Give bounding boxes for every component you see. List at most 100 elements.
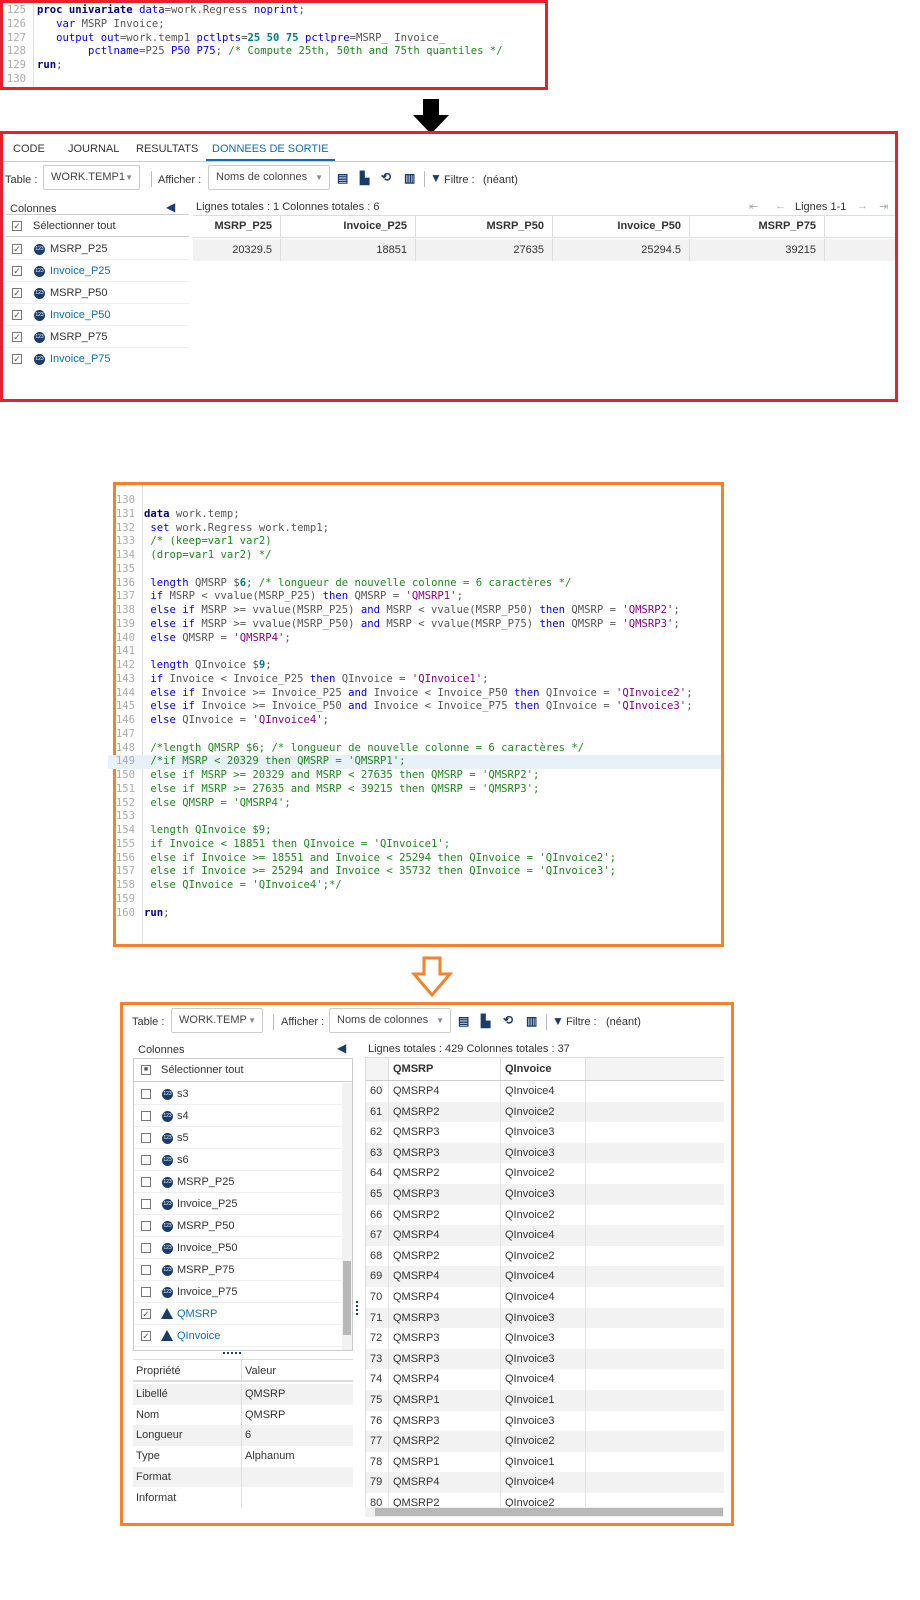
- collapse-panel-icon[interactable]: ◀: [166, 200, 175, 214]
- table-select[interactable]: WORK.TEMP1 ▼: [43, 165, 140, 190]
- vertical-splitter-handle[interactable]: [356, 1301, 358, 1315]
- column-checkbox[interactable]: ✓: [12, 332, 22, 342]
- column-list-item[interactable]: 123 MSRP_P50: [134, 1215, 342, 1237]
- table-cell: QMSRP3: [389, 1122, 501, 1143]
- property-value: QMSRP: [245, 1388, 286, 1400]
- column-checkbox[interactable]: ✓: [141, 1331, 151, 1341]
- table-cell: QMSRP2: [389, 1101, 501, 1123]
- code-token: then: [513, 700, 540, 713]
- row-number: 66: [366, 1204, 389, 1226]
- column-checkbox[interactable]: ✓: [12, 310, 22, 320]
- next-page-icon[interactable]: →: [857, 200, 868, 212]
- print-icon[interactable]: ▙: [360, 171, 369, 185]
- column-list-item[interactable]: 123 s5: [134, 1127, 342, 1149]
- tab-donnees-de-sortie[interactable]: DONNEES DE SORTIE: [206, 143, 335, 161]
- column-list-item[interactable]: 123 MSRP_P75: [134, 1259, 342, 1281]
- code-editor-1[interactable]: 125 proc univariate data=work.Regress nop…: [0, 0, 548, 90]
- first-page-icon[interactable]: ⇤: [749, 200, 758, 213]
- column-list-item[interactable]: 123 Invoice_P75: [134, 1281, 342, 1303]
- panel-splitter-handle[interactable]: [223, 1352, 241, 1354]
- column-checkbox[interactable]: [141, 1243, 151, 1253]
- table-cell: QInvoice2: [501, 1101, 586, 1123]
- code-token: Invoice >= Invoice_P50: [195, 700, 349, 713]
- column-list-item[interactable]: 123 s3: [134, 1083, 342, 1105]
- prev-page-icon[interactable]: ←: [775, 200, 786, 212]
- refresh-icon[interactable]: ⟲: [381, 170, 391, 184]
- column-list-item[interactable]: 123 Invoice_P50: [134, 1237, 342, 1259]
- column-list-item[interactable]: ✓ 123 Invoice_P25: [6, 260, 189, 282]
- column-checkbox[interactable]: [141, 1133, 151, 1143]
- column-checkbox[interactable]: [141, 1177, 151, 1187]
- table-cell: QInvoice2: [501, 1431, 586, 1452]
- select-all-checkbox[interactable]: ■: [141, 1065, 151, 1075]
- column-list-item[interactable]: 123 s4: [134, 1105, 342, 1127]
- table-view-icon[interactable]: ▥: [404, 171, 415, 185]
- column-header[interactable]: MSRP_P25: [193, 216, 281, 237]
- column-checkbox[interactable]: ✓: [12, 266, 22, 276]
- table-view-icon[interactable]: ▥: [526, 1014, 537, 1028]
- code-token: else if: [150, 686, 196, 699]
- column-header[interactable]: QInvoice: [501, 1058, 586, 1080]
- print-icon[interactable]: ▙: [481, 1014, 490, 1028]
- column-list-item[interactable]: ✓ 123 MSRP_P25: [6, 238, 189, 260]
- select-all-row[interactable]: ■ Sélectionner tout: [134, 1059, 352, 1082]
- column-checkbox[interactable]: [141, 1089, 151, 1099]
- afficher-select[interactable]: Noms de colonnes ▼: [208, 165, 330, 190]
- column-checkbox[interactable]: [141, 1111, 151, 1121]
- column-list-item[interactable]: ✓ QInvoice: [134, 1325, 342, 1347]
- column-checkbox[interactable]: [141, 1221, 151, 1231]
- tab-resultats[interactable]: RESULTATS: [136, 143, 198, 161]
- column-header[interactable]: Invoice_P25: [281, 216, 416, 237]
- table-cell: QInvoice4: [501, 1225, 586, 1246]
- column-checkbox[interactable]: [141, 1287, 151, 1297]
- line-text: /*length QMSRP $6; /* longueur de nouvel…: [144, 742, 584, 756]
- columns-scrollbar[interactable]: [342, 1083, 352, 1350]
- scrollbar-thumb[interactable]: [343, 1261, 351, 1335]
- column-checkbox[interactable]: ✓: [141, 1309, 151, 1319]
- column-list-item[interactable]: 123 s6: [134, 1149, 342, 1171]
- filter-icon[interactable]: ▼: [430, 171, 442, 185]
- code-token: work.temp;: [169, 507, 240, 520]
- column-list-item[interactable]: ✓ 123 MSRP_P75: [6, 326, 189, 348]
- tab-code[interactable]: CODE: [13, 143, 45, 161]
- code-editor-2[interactable]: 130 131 data work.temp; 132 set work.Regres…: [108, 482, 724, 947]
- properties-table: Propriété Valeur Libellé QMSRP Nom QMSRP Longu…: [133, 1359, 353, 1509]
- column-list-item[interactable]: ✓ 123 Invoice_P50: [6, 304, 189, 326]
- column-header[interactable]: MSRP_P50: [416, 216, 553, 237]
- column-properties-icon[interactable]: ▤: [337, 171, 348, 185]
- select-all-row[interactable]: ✓ Sélectionner tout: [6, 215, 189, 237]
- column-list-item[interactable]: 123 MSRP_P25: [134, 1171, 342, 1193]
- column-list-item[interactable]: 123 Invoice_P25: [134, 1193, 342, 1215]
- code-line: 129 run;: [3, 59, 545, 73]
- scrollbar-thumb[interactable]: [375, 1508, 723, 1516]
- column-list-item[interactable]: ✓ 123 Invoice_P75: [6, 348, 189, 370]
- code-line: 128 pctlname=P25 P50 P75; /* Compute 25t…: [3, 45, 545, 59]
- column-checkbox[interactable]: [141, 1265, 151, 1275]
- tab-journal[interactable]: JOURNAL: [68, 143, 119, 161]
- horizontal-scrollbar[interactable]: [365, 1507, 724, 1517]
- column-list-item[interactable]: ✓ 123 MSRP_P50: [6, 282, 189, 304]
- table-select[interactable]: WORK.TEMP ▼: [171, 1008, 263, 1033]
- table-row: 67 QMSRP4 QInvoice4: [366, 1225, 724, 1246]
- column-checkbox[interactable]: ✓: [12, 354, 22, 364]
- column-header[interactable]: Invoice_P50: [553, 216, 690, 237]
- column-checkbox[interactable]: ✓: [12, 288, 22, 298]
- table-row: 73 QMSRP3 QInvoice3: [366, 1348, 724, 1370]
- column-checkbox[interactable]: [141, 1155, 151, 1165]
- code-token: 'QMSRP3': [622, 617, 674, 630]
- column-list-item[interactable]: ✓ QMSRP: [134, 1303, 342, 1325]
- column-name: Invoice_P50: [177, 1242, 238, 1254]
- column-checkbox[interactable]: ✓: [12, 244, 22, 254]
- filter-icon[interactable]: ▼: [552, 1014, 564, 1028]
- afficher-select[interactable]: Noms de colonnes ▼: [329, 1008, 451, 1033]
- code-token: MSRP < vvalue(MSRP_P75): [380, 617, 540, 630]
- column-header[interactable]: MSRP_P75: [690, 216, 825, 237]
- collapse-panel-icon[interactable]: ◀: [337, 1041, 346, 1055]
- column-header[interactable]: QMSRP: [389, 1058, 501, 1080]
- refresh-icon[interactable]: ⟲: [503, 1013, 513, 1027]
- column-checkbox[interactable]: [141, 1199, 151, 1209]
- column-properties-icon[interactable]: ▤: [458, 1014, 469, 1028]
- last-page-icon[interactable]: ⇥: [879, 200, 888, 213]
- select-all-checkbox[interactable]: ✓: [12, 221, 22, 231]
- line-text: set work.Regress work.temp1;: [144, 522, 329, 536]
